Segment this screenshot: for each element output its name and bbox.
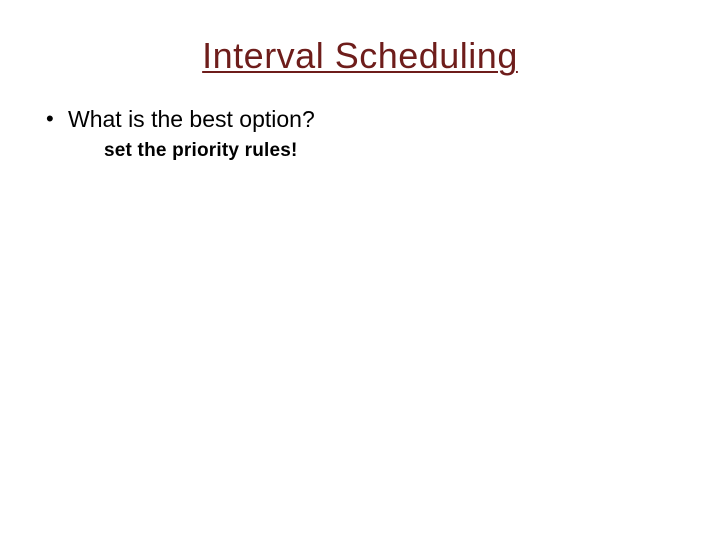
bullet-text: What is the best option?	[68, 106, 315, 132]
bullet-list: What is the best option? set the priorit…	[40, 104, 680, 164]
slide-title: Interval Scheduling	[0, 36, 720, 76]
list-item: What is the best option? set the priorit…	[40, 104, 680, 164]
slide-body: What is the best option? set the priorit…	[0, 104, 720, 164]
slide: Interval Scheduling What is the best opt…	[0, 0, 720, 540]
sub-bullet-text: set the priority rules!	[68, 139, 680, 164]
